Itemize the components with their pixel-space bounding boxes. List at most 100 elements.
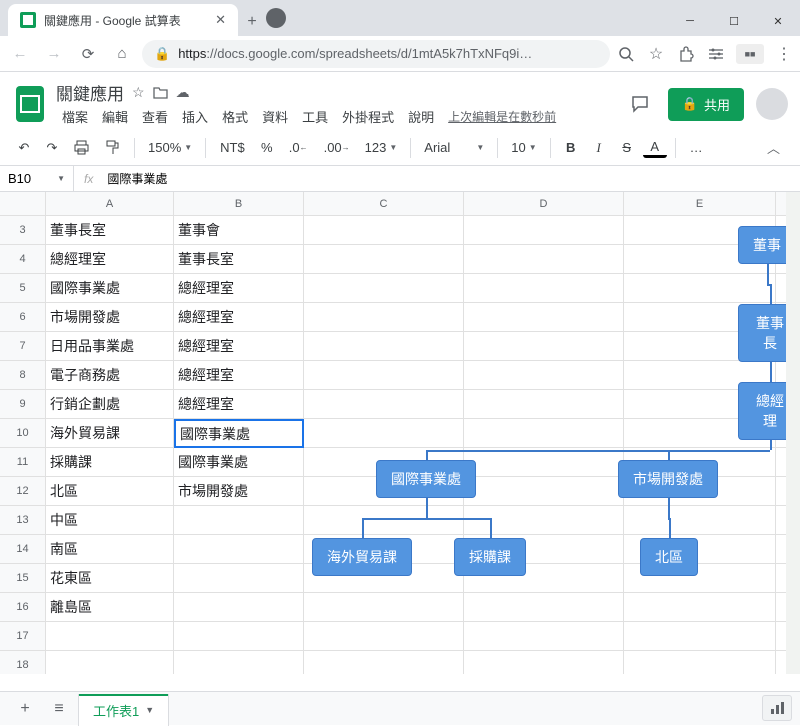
cell-E13[interactable]	[624, 506, 776, 535]
cell-D11[interactable]	[464, 448, 624, 477]
cell-A14[interactable]: 南區	[46, 535, 174, 564]
cell-B3[interactable]: 董事會	[174, 216, 304, 245]
sheet-tab-1[interactable]: 工作表1▼	[78, 694, 169, 726]
text-color-button[interactable]: A	[643, 138, 667, 158]
cell-B12[interactable]: 市場開發處	[174, 477, 304, 506]
back-button[interactable]: ←	[6, 40, 34, 68]
row-header-16[interactable]: 16	[0, 593, 46, 622]
cell-E14[interactable]	[624, 535, 776, 564]
cell-A9[interactable]: 行銷企劃處	[46, 390, 174, 419]
cell-A3[interactable]: 董事長室	[46, 216, 174, 245]
menu-tools[interactable]: 工具	[296, 105, 334, 128]
row-header-5[interactable]: 5	[0, 274, 46, 303]
cell-A15[interactable]: 花東區	[46, 564, 174, 593]
row-header-18[interactable]: 18	[0, 651, 46, 674]
row-header-14[interactable]: 14	[0, 535, 46, 564]
cell-A5[interactable]: 國際事業處	[46, 274, 174, 303]
cell-B17[interactable]	[174, 622, 304, 651]
cell-C7[interactable]	[304, 332, 464, 361]
menu-data[interactable]: 資料	[256, 105, 294, 128]
formula-input[interactable]: 國際事業處	[103, 170, 800, 187]
vertical-scrollbar[interactable]	[786, 192, 800, 674]
font-size-dropdown[interactable]: 10▼	[506, 137, 541, 158]
cell-B14[interactable]	[174, 535, 304, 564]
zoom-dropdown[interactable]: 150%▼	[143, 137, 197, 158]
extension-badge-icon[interactable]: ■■	[736, 44, 764, 64]
menu-addons[interactable]: 外掛程式	[336, 105, 400, 128]
menu-help[interactable]: 說明	[402, 105, 440, 128]
row-header-11[interactable]: 11	[0, 448, 46, 477]
cell-E5[interactable]	[624, 274, 776, 303]
cell-C10[interactable]	[304, 419, 464, 448]
cell-D18[interactable]	[464, 651, 624, 674]
cell-E10[interactable]	[624, 419, 776, 448]
row-header-4[interactable]: 4	[0, 245, 46, 274]
cell-B18[interactable]	[174, 651, 304, 674]
cell-B4[interactable]: 董事長室	[174, 245, 304, 274]
home-button[interactable]: ⌂	[108, 40, 136, 68]
col-header-D[interactable]: D	[464, 192, 624, 216]
cell-A11[interactable]: 採購課	[46, 448, 174, 477]
star-doc-icon[interactable]: ☆	[132, 84, 145, 101]
cell-D8[interactable]	[464, 361, 624, 390]
cell-D15[interactable]	[464, 564, 624, 593]
cell-A4[interactable]: 總經理室	[46, 245, 174, 274]
cell-B15[interactable]	[174, 564, 304, 593]
cell-A7[interactable]: 日用品事業處	[46, 332, 174, 361]
col-header-E[interactable]: E	[624, 192, 776, 216]
decrease-decimal-button[interactable]: .0←	[283, 136, 314, 160]
cell-C12[interactable]	[304, 477, 464, 506]
more-toolbar-button[interactable]: …	[684, 136, 709, 160]
cell-E12[interactable]	[624, 477, 776, 506]
address-bar[interactable]: 🔒 https://docs.google.com/spreadsheets/d…	[142, 40, 610, 68]
row-header-13[interactable]: 13	[0, 506, 46, 535]
cloud-status-icon[interactable]: ☁	[176, 84, 190, 101]
cell-C5[interactable]	[304, 274, 464, 303]
cell-E7[interactable]	[624, 332, 776, 361]
select-all-corner[interactable]	[0, 192, 46, 216]
cell-A16[interactable]: 離島區	[46, 593, 174, 622]
cell-C3[interactable]	[304, 216, 464, 245]
forward-button[interactable]: →	[40, 40, 68, 68]
cell-D17[interactable]	[464, 622, 624, 651]
col-header-A[interactable]: A	[46, 192, 174, 216]
cell-B9[interactable]: 總經理室	[174, 390, 304, 419]
cell-C18[interactable]	[304, 651, 464, 674]
cell-D9[interactable]	[464, 390, 624, 419]
font-dropdown[interactable]: Arial▼	[419, 137, 489, 158]
cell-E3[interactable]	[624, 216, 776, 245]
cell-D7[interactable]	[464, 332, 624, 361]
menu-edit[interactable]: 編輯	[96, 105, 134, 128]
cell-B5[interactable]: 總經理室	[174, 274, 304, 303]
cell-D10[interactable]	[464, 419, 624, 448]
menu-insert[interactable]: 插入	[176, 105, 214, 128]
cell-A17[interactable]	[46, 622, 174, 651]
cell-B10[interactable]: 國際事業處	[174, 419, 304, 448]
menu-format[interactable]: 格式	[216, 105, 254, 128]
cell-D4[interactable]	[464, 245, 624, 274]
undo-button[interactable]: ↶	[12, 136, 36, 160]
currency-button[interactable]: NT$	[214, 136, 251, 160]
cell-A12[interactable]: 北區	[46, 477, 174, 506]
cell-B11[interactable]: 國際事業處	[174, 448, 304, 477]
row-header-3[interactable]: 3	[0, 216, 46, 245]
cell-C16[interactable]	[304, 593, 464, 622]
reload-button[interactable]: ⟳	[74, 40, 102, 68]
bold-button[interactable]: B	[559, 136, 583, 160]
cell-A6[interactable]: 市場開發處	[46, 303, 174, 332]
paint-format-button[interactable]	[99, 136, 126, 160]
row-header-8[interactable]: 8	[0, 361, 46, 390]
row-header-6[interactable]: 6	[0, 303, 46, 332]
italic-button[interactable]: I	[587, 136, 611, 160]
row-header-12[interactable]: 12	[0, 477, 46, 506]
add-sheet-button[interactable]: +	[10, 694, 40, 724]
cell-D12[interactable]	[464, 477, 624, 506]
cell-E8[interactable]	[624, 361, 776, 390]
col-header-B[interactable]: B	[174, 192, 304, 216]
cell-C14[interactable]	[304, 535, 464, 564]
equalizer-icon[interactable]	[706, 44, 726, 64]
cell-B13[interactable]	[174, 506, 304, 535]
cell-C11[interactable]	[304, 448, 464, 477]
increase-decimal-button[interactable]: .00→	[318, 136, 356, 160]
row-header-7[interactable]: 7	[0, 332, 46, 361]
